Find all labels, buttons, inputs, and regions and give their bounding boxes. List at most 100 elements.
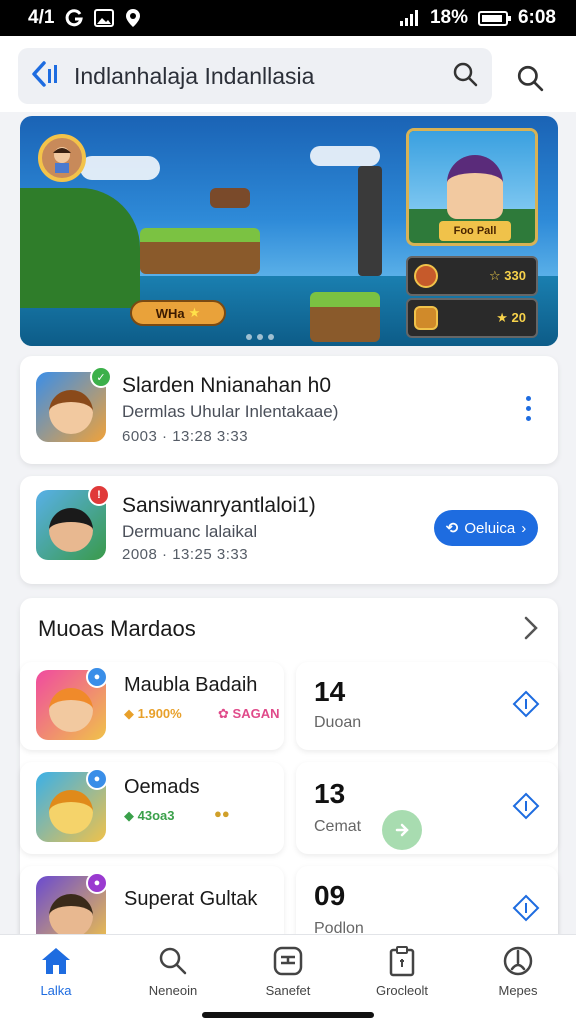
- info-icon[interactable]: [512, 690, 540, 723]
- character-portrait: [447, 155, 503, 219]
- alert-badge-icon: !: [88, 484, 110, 506]
- fruit-icon: ●●: [214, 806, 230, 821]
- open-icon: ⟲: [445, 520, 459, 537]
- clock: 6:08: [517, 7, 556, 28]
- genre-value: SAGAN: [232, 706, 280, 721]
- game-item-card[interactable]: ● Maubla Badaih ◆ 1.900% ✿ SAGAN: [20, 662, 284, 750]
- update-badge-icon: ✓: [90, 366, 112, 388]
- app-meta: 2008 · 13:25 3:33: [122, 546, 249, 563]
- app-card[interactable]: ✓ Slarden Nnianahan h0 Dermlas Uhular In…: [20, 356, 558, 464]
- nav-item-search[interactable]: Neneoin: [128, 945, 218, 998]
- nav-item-chat[interactable]: Sanefet: [243, 945, 333, 998]
- game-hut: [210, 188, 250, 208]
- game-title: Oemads: [124, 776, 200, 798]
- stat-count: 09: [314, 880, 346, 911]
- cloud-decoration: [80, 156, 160, 180]
- g-icon: [64, 8, 84, 28]
- bottom-navigation: Lalka Neneoin Sanefet Grocleolt Mepes: [0, 934, 576, 1024]
- player-avatar[interactable]: [38, 134, 86, 182]
- nav-label: Lalka: [40, 983, 72, 998]
- coin-icon: [414, 264, 438, 288]
- battery-percent: 18%: [429, 7, 468, 28]
- clipboard-icon: [389, 946, 415, 977]
- home-indicator[interactable]: [202, 1012, 374, 1018]
- rating-value: 43oa3: [137, 808, 175, 823]
- floating-action-button[interactable]: [382, 810, 422, 850]
- search-input[interactable]: Indlanhalaja Indanllasia: [74, 63, 452, 90]
- battery-icon: [477, 10, 511, 26]
- banner-cta-label: WHa: [155, 305, 185, 321]
- nav-item-profile[interactable]: Mepes: [473, 945, 563, 998]
- search-icon: [159, 947, 187, 975]
- network-label: 4/1: [28, 7, 55, 28]
- stat-count: 14: [314, 676, 346, 707]
- banner-stat-bar[interactable]: ★ 20: [406, 298, 538, 338]
- game-platform: [310, 292, 380, 342]
- section-title: Muoas Mardaos: [38, 616, 196, 641]
- info-icon[interactable]: [512, 894, 540, 927]
- character-tag: Foo Pall: [439, 221, 511, 241]
- game-title: Superat Gultak: [124, 888, 258, 910]
- chevron-right-icon[interactable]: [522, 614, 540, 647]
- open-button-label: Oeluica: [464, 519, 516, 537]
- more-options-icon[interactable]: [526, 396, 531, 421]
- banner-character-panel[interactable]: Foo Pall: [406, 128, 538, 246]
- extras-tag: ●●: [214, 806, 230, 821]
- flower-icon: ✿: [218, 706, 229, 721]
- chevron-right-icon: ›: [521, 519, 527, 537]
- rating-value: 1.900%: [137, 706, 182, 721]
- chest-icon: [414, 306, 438, 330]
- nav-label: Sanefet: [265, 983, 311, 998]
- chat-icon: [273, 946, 303, 976]
- genre-tag: ✿ SAGAN: [218, 706, 279, 722]
- nav-label: Grocleolt: [375, 983, 429, 998]
- app-card[interactable]: ! Sansiwanryantlaloi1) Dermuanc lalaikal…: [20, 476, 558, 584]
- gem-icon: ◆: [124, 706, 134, 721]
- stat-label: Cemat: [314, 818, 362, 835]
- rating-tag: ◆ 43oa3: [124, 808, 175, 824]
- info-badge-icon: ●: [86, 872, 108, 894]
- rating-tag: ◆ 1.900%: [124, 706, 182, 722]
- profile-icon: [503, 946, 533, 976]
- status-left: 4/1: [28, 7, 142, 29]
- info-badge-icon: ●: [86, 768, 108, 790]
- info-icon[interactable]: [512, 792, 540, 825]
- cloud-decoration: [310, 146, 380, 166]
- banner-stat-value: ☆ 330: [489, 268, 526, 283]
- app-meta: 6003 · 13:28 3:33: [122, 428, 249, 445]
- search-bar[interactable]: Indlanhalaja Indanllasia: [18, 48, 492, 104]
- nav-item-home[interactable]: Lalka: [11, 945, 101, 998]
- game-platform: [140, 228, 260, 274]
- game-title: Maubla Badaih: [124, 674, 258, 696]
- game-tower: [358, 166, 382, 276]
- stat-card[interactable]: 14 Duoan: [296, 662, 558, 750]
- app-subtitle: Dermlas Uhular Inlentakaae): [122, 402, 339, 421]
- nav-item-clipboard[interactable]: Grocleolt: [357, 945, 447, 998]
- banner-stat-value: ★ 20: [496, 310, 526, 325]
- stat-card[interactable]: 13 Cemat: [296, 762, 558, 854]
- header: Indlanhalaja Indanllasia: [0, 36, 576, 112]
- home-icon: [42, 948, 70, 974]
- app-subtitle: Dermuanc lalaikal: [122, 522, 258, 541]
- star-icon: ★: [188, 305, 201, 320]
- open-button[interactable]: ⟲ Oeluica ›: [434, 510, 538, 546]
- stat-count: 13: [314, 778, 346, 809]
- carousel-dots[interactable]: [246, 334, 274, 340]
- signal-icon: [399, 10, 420, 26]
- nav-label: Mepes: [498, 983, 538, 998]
- banner-stat-bar[interactable]: ☆ 330: [406, 256, 538, 296]
- location-icon: [124, 8, 142, 28]
- app-title: Slarden Nnianahan h0: [122, 374, 331, 397]
- back-icon[interactable]: [30, 59, 64, 94]
- status-right: 18% 6:08: [399, 7, 556, 29]
- status-bar: 4/1 18% 6:08: [0, 0, 576, 36]
- game-item-card[interactable]: ● Oemads ◆ 43oa3 ●●: [20, 762, 284, 854]
- banner-cta[interactable]: WHa ★: [130, 300, 226, 326]
- island-decoration: [20, 188, 140, 308]
- gem-icon: ◆: [124, 808, 134, 823]
- promo-banner[interactable]: WHa ★ Foo Pall ☆ 330 ★ 20: [20, 116, 558, 346]
- search-icon[interactable]: [452, 61, 478, 92]
- info-badge-icon: ●: [86, 666, 108, 688]
- app-title: Sansiwanryantlaloi1): [122, 494, 316, 517]
- header-search-icon[interactable]: [512, 60, 548, 96]
